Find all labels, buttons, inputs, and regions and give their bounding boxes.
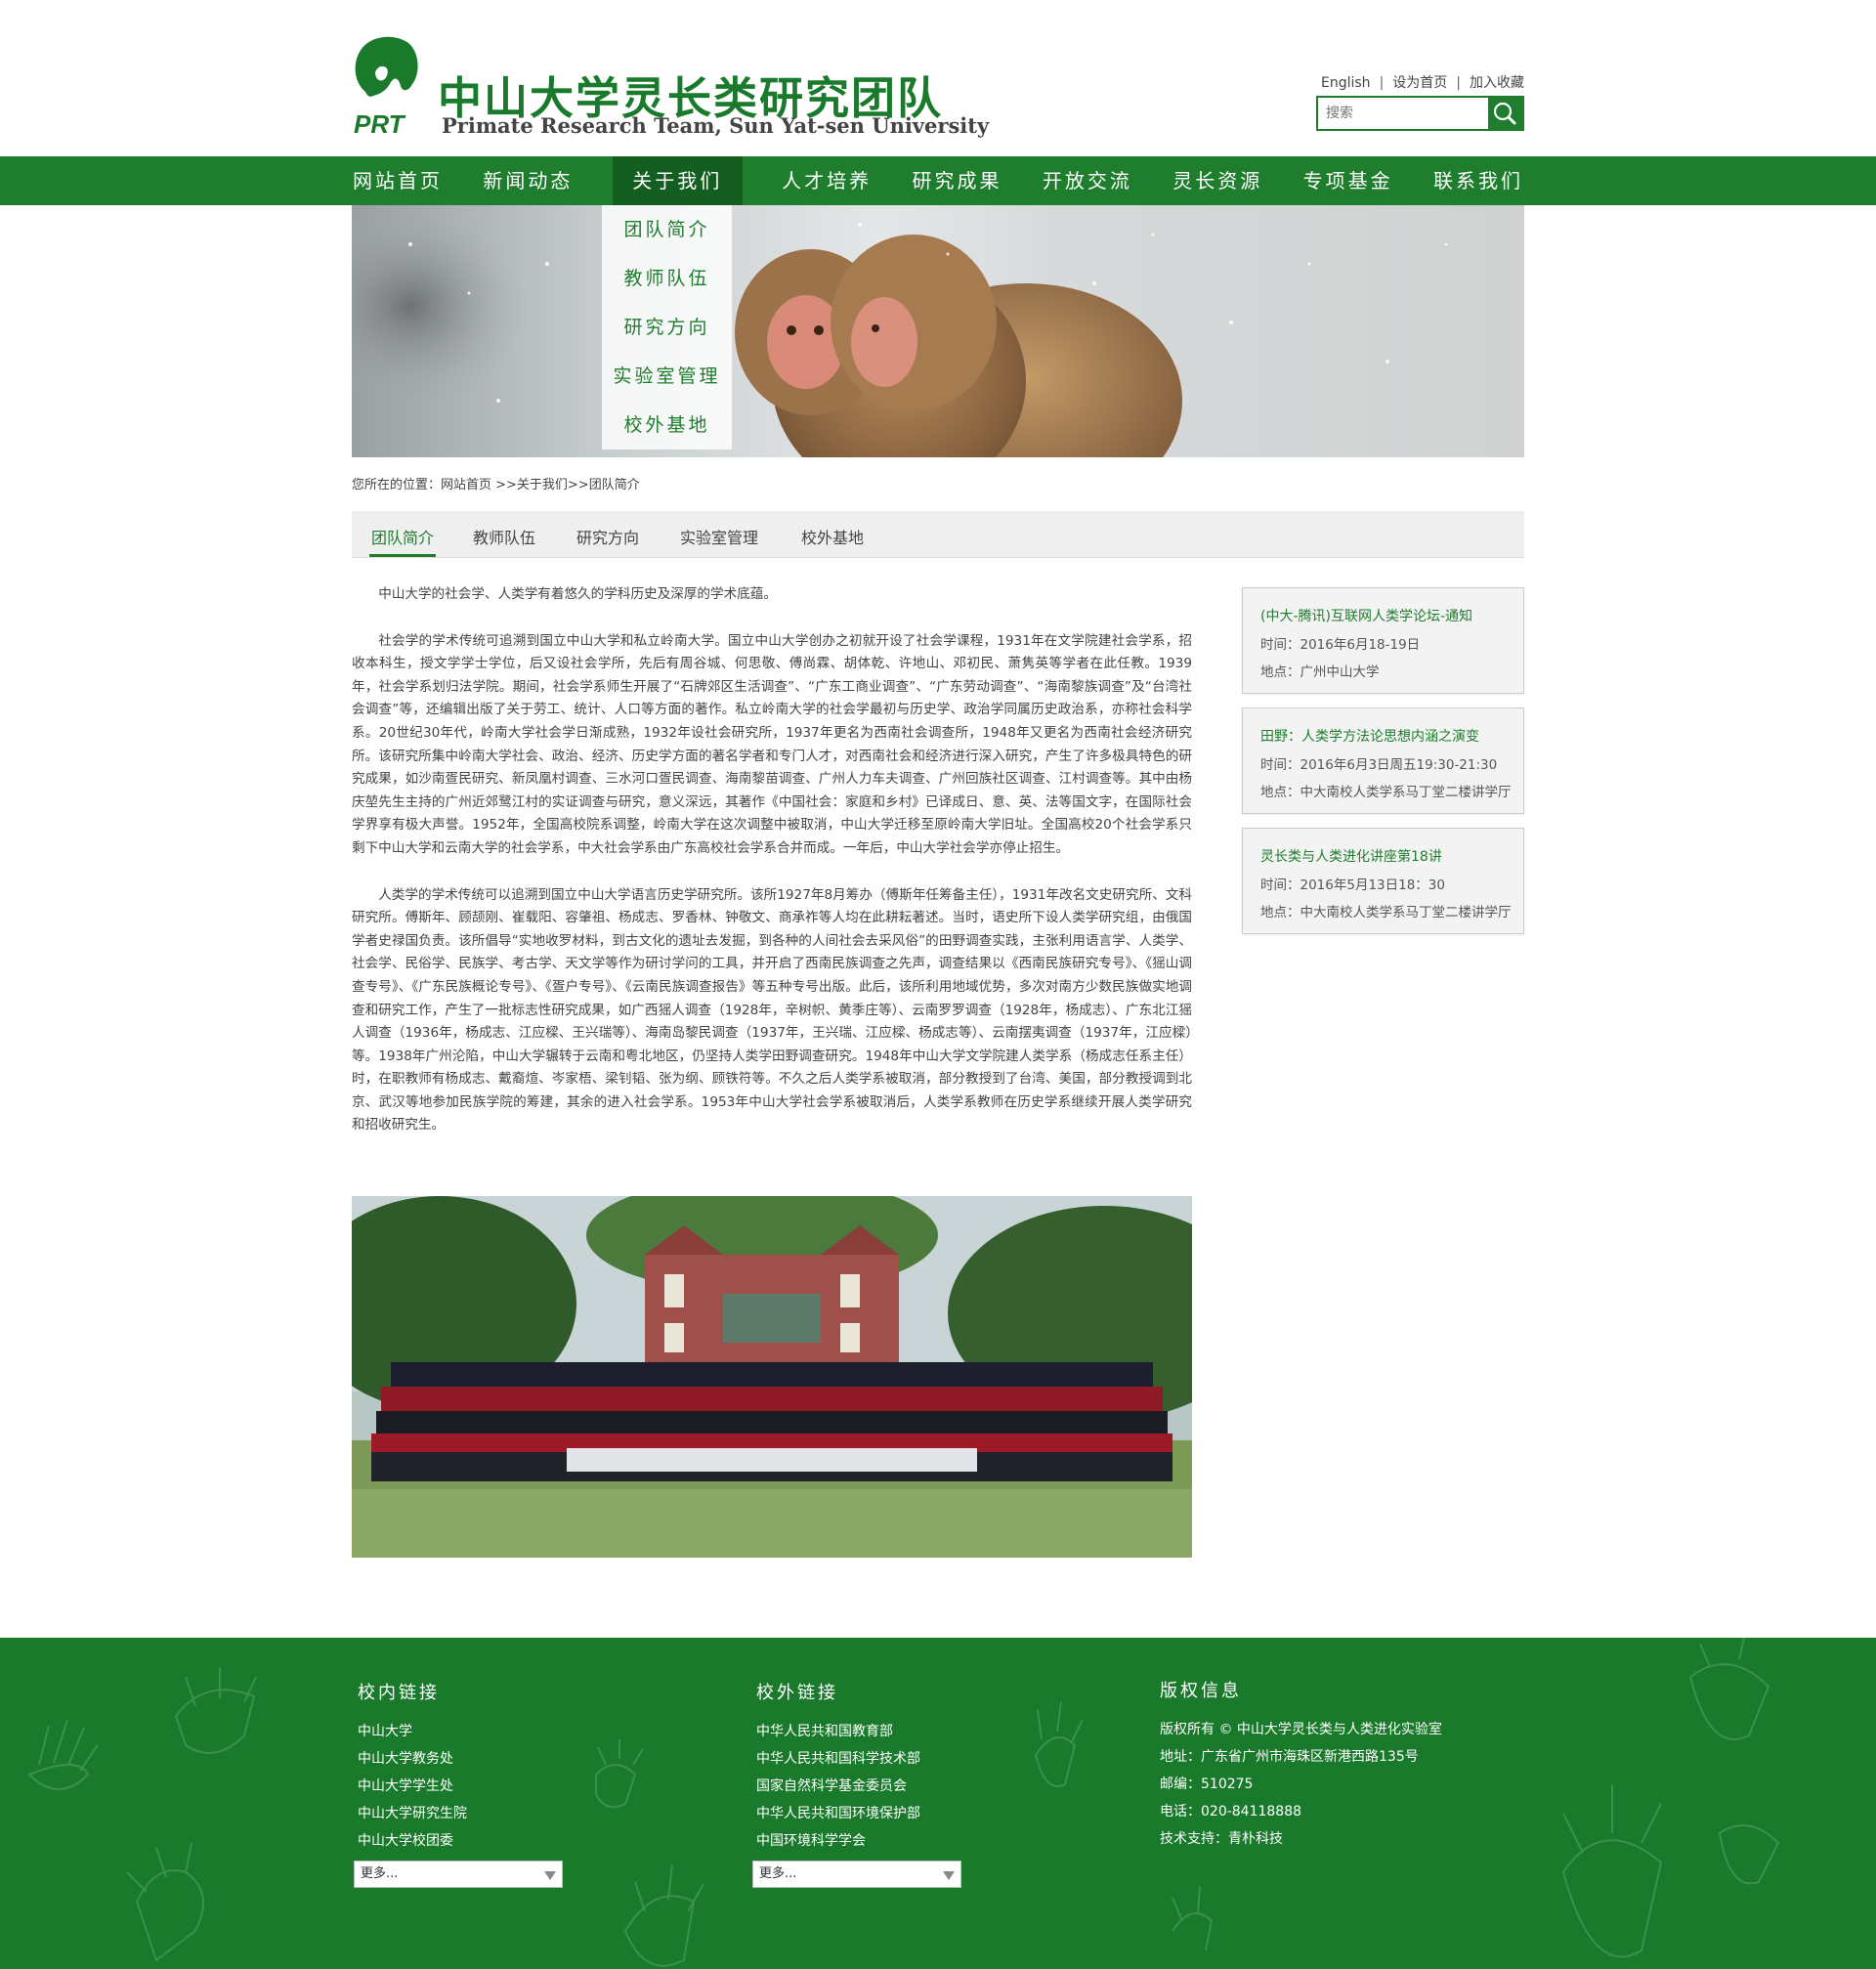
address-line: 地址：广东省广州市海珠区新港西路135号 — [1160, 1749, 1419, 1765]
footer-link[interactable]: 中华人民共和国环境保护部 — [756, 1800, 920, 1827]
footer-link[interactable]: 中山大学研究生院 — [358, 1800, 467, 1827]
external-links-select[interactable]: 更多... — [752, 1861, 961, 1888]
nav-item-research[interactable]: 研究成果 — [912, 156, 1003, 205]
dropdown-item-research-direction[interactable]: 研究方向 — [602, 303, 732, 352]
footer-link[interactable]: 中华人民共和国科学技术部 — [756, 1745, 920, 1773]
footer-link[interactable]: 中山大学校团委 — [358, 1827, 467, 1855]
top-links: English | 设为首页 | 加入收藏 — [1321, 72, 1524, 92]
add-favorite-link[interactable]: 加入收藏 — [1470, 75, 1524, 91]
select-value: 更多... — [759, 1866, 797, 1881]
prt-logo-icon: PRT — [354, 36, 418, 137]
footer-copyright: 版权信息 版权所有 © 中山大学灵长类与人类进化实验室 地址：广东省广州市海珠区… — [1160, 1677, 1442, 1853]
dropdown-item-team-intro[interactable]: 团队简介 — [602, 205, 732, 254]
copyright-line: 版权所有 © 中山大学灵长类与人类进化实验室 — [1160, 1722, 1442, 1737]
nav-item-resources[interactable]: 灵长资源 — [1172, 156, 1263, 205]
nav-item-about[interactable]: 关于我们 — [612, 156, 743, 205]
article-paragraph: 人类学的学术传统可以追溯到国立中山大学语言历史学研究所。该所1927年8月筹办（… — [352, 886, 1192, 1134]
footer-link[interactable]: 中山大学 — [358, 1718, 467, 1745]
footer-internal-links: 校内链接 中山大学 中山大学教务处 中山大学学生处 中山大学研究生院 中山大学校… — [358, 1679, 467, 1855]
event-card[interactable]: 灵长类与人类进化讲座第18讲 时间：2016年5月13日18：30 地点：中大南… — [1242, 828, 1524, 934]
dropdown-item-faculty[interactable]: 教师队伍 — [602, 254, 732, 303]
nav-item-home[interactable]: 网站首页 — [352, 156, 444, 205]
article-paragraph: 中山大学的社会学、人类学有着悠久的学科历史及深厚的学术底蕴。 — [378, 586, 777, 602]
footer-heading: 版权信息 — [1160, 1681, 1242, 1701]
article-paragraph: 社会学的学术传统可追溯到国立中山大学和私立岭南大学。国立中山大学创办之初就开设了… — [352, 632, 1192, 856]
header: PRT 中山大学灵长类研究团队 Primate Research Team, S… — [0, 0, 1876, 156]
banner-image — [352, 205, 1524, 457]
footer-link[interactable]: 中山大学学生处 — [358, 1773, 467, 1800]
graduates-rows — [371, 1362, 1172, 1481]
subtab-lab-management[interactable]: 实验室管理 — [680, 525, 758, 548]
snow-monkeys-illustration — [352, 205, 1448, 457]
chevron-down-icon — [943, 1871, 955, 1880]
chevron-down-icon — [544, 1871, 556, 1880]
select-value: 更多... — [361, 1866, 399, 1881]
logo-mark-text: PRT — [354, 109, 406, 137]
nav-item-training[interactable]: 人才培养 — [781, 156, 873, 205]
internal-links-select[interactable]: 更多... — [354, 1861, 563, 1888]
event-time: 时间：2016年5月13日18：30 — [1260, 877, 1445, 893]
footer-external-links: 校外链接 中华人民共和国教育部 中华人民共和国科学技术部 国家自然科学基金委员会… — [756, 1679, 920, 1855]
footer-link[interactable]: 中山大学教务处 — [358, 1745, 467, 1773]
set-homepage-link[interactable]: 设为首页 — [1392, 75, 1447, 91]
breadcrumb: 您所在的位置：网站首页 >>关于我们>>团队简介 — [352, 478, 640, 492]
phone-line: 电话：020-84118888 — [1160, 1804, 1302, 1819]
search-input[interactable] — [1318, 98, 1490, 129]
footer-link[interactable]: 国家自然科学基金委员会 — [756, 1773, 920, 1800]
article-body: 中山大学的社会学、人类学有着悠久的学科历史及深厚的学术底蕴。 社会学的学术传统可… — [352, 583, 1192, 1161]
footer-link[interactable]: 中国环境科学学会 — [756, 1827, 920, 1855]
english-link[interactable]: English — [1321, 75, 1371, 91]
event-place: 地点：广州中山大学 — [1260, 664, 1380, 680]
search-box — [1316, 96, 1524, 131]
event-title[interactable]: 灵长类与人类进化讲座第18讲 — [1260, 846, 1442, 866]
event-title[interactable]: (中大-腾讯)互联网人类学论坛-通知 — [1260, 606, 1472, 625]
nav-item-news[interactable]: 新闻动态 — [482, 156, 574, 205]
top-link-divider: | — [1456, 75, 1461, 91]
dropdown-item-offsite-base[interactable]: 校外基地 — [602, 401, 732, 449]
event-card[interactable]: 田野：人类学方法论思想内涵之演变 时间：2016年6月3日周五19:30-21:… — [1242, 707, 1524, 814]
search-icon — [1493, 102, 1516, 125]
top-link-divider: | — [1379, 75, 1385, 91]
nav-item-fund[interactable]: 专项基金 — [1302, 156, 1394, 205]
event-card[interactable]: (中大-腾讯)互联网人类学论坛-通知 时间：2016年6月18-19日 地点：广… — [1242, 587, 1524, 694]
search-button[interactable] — [1488, 98, 1522, 129]
main-nav: 网站首页 新闻动态 关于我们 人才培养 研究成果 开放交流 灵长资源 专项基金 … — [0, 156, 1876, 205]
graduation-group-photo-illustration — [352, 1196, 1192, 1558]
dropdown-item-lab-management[interactable]: 实验室管理 — [602, 352, 732, 401]
subtab-research-direction[interactable]: 研究方向 — [576, 525, 639, 548]
site-logo[interactable]: PRT 中山大学灵长类研究团队 Primate Research Team, S… — [352, 33, 989, 138]
subtab-team-intro[interactable]: 团队简介 — [371, 525, 434, 548]
sub-tabs: 团队简介 教师队伍 研究方向 实验室管理 校外基地 — [352, 511, 1524, 558]
event-place: 地点：中大南校人类学系马丁堂二楼讲学厅 — [1260, 785, 1512, 800]
footer: 校内链接 中山大学 中山大学教务处 中山大学学生处 中山大学研究生院 中山大学校… — [0, 1638, 1876, 1969]
subtab-faculty[interactable]: 教师队伍 — [473, 525, 535, 548]
nav-item-contact[interactable]: 联系我们 — [1432, 156, 1524, 205]
site-subtitle: Primate Research Team, Sun Yat-sen Unive… — [442, 113, 990, 138]
active-tab-underline — [369, 554, 436, 557]
event-title[interactable]: 田野：人类学方法论思想内涵之演变 — [1260, 726, 1479, 746]
group-photo — [352, 1196, 1192, 1558]
event-place: 地点：中大南校人类学系马丁堂二楼讲学厅 — [1260, 905, 1512, 920]
event-time: 时间：2016年6月18-19日 — [1260, 637, 1421, 653]
footer-heading: 校内链接 — [358, 1683, 440, 1703]
about-dropdown-menu: 团队简介 教师队伍 研究方向 实验室管理 校外基地 — [602, 205, 732, 449]
footer-heading: 校外链接 — [756, 1683, 838, 1703]
footer-link[interactable]: 中华人民共和国教育部 — [756, 1718, 920, 1745]
subtab-offsite-base[interactable]: 校外基地 — [801, 525, 864, 548]
postcode-line: 邮编：510275 — [1160, 1776, 1254, 1792]
tech-support-line: 技术支持：青朴科技 — [1160, 1831, 1283, 1847]
primate-hands-pattern-icon — [27, 1638, 1780, 1967]
event-time: 时间：2016年6月3日周五19:30-21:30 — [1260, 757, 1498, 773]
nav-item-exchange[interactable]: 开放交流 — [1042, 156, 1133, 205]
